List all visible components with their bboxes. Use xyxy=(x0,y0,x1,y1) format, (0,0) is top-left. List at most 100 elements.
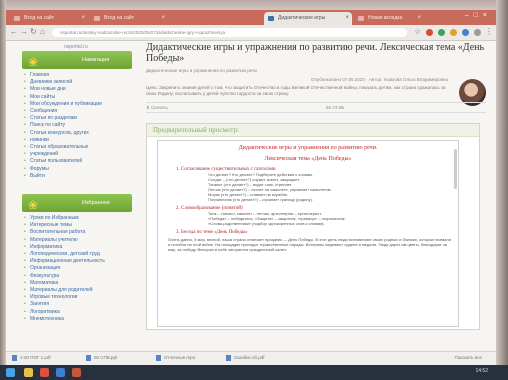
home-icon[interactable]: ⌂ xyxy=(40,27,45,36)
preview-panel: Предварительный просмотр: Дидактические … xyxy=(146,123,480,330)
publication-meta: Опубликовано 07.05.2020 · Автор: Ушакова… xyxy=(310,77,448,82)
doc-line: «Слова-родственники» (подбор однокоренны… xyxy=(208,221,325,226)
preview-scrollbar[interactable] xyxy=(454,149,457,189)
download-filename: Ошибки об.pdf xyxy=(234,355,265,361)
photo-frame-right xyxy=(496,0,508,380)
doc-section-lines: Что делает? Кто делает? Подберите действ… xyxy=(158,172,458,202)
profile-avatar-icon[interactable] xyxy=(474,29,481,36)
tab-label: Новая вкладка xyxy=(368,15,403,21)
tab-favicon-icon xyxy=(268,16,274,21)
download-label[interactable]: Скачать xyxy=(151,105,168,110)
sidebar-nav-item[interactable]: учреждений xyxy=(22,151,132,158)
sidebar-nav-item[interactable]: Мои новые дни xyxy=(22,86,132,93)
tab-label: Дидактические игры xyxy=(278,15,326,21)
close-icon[interactable]: × xyxy=(161,12,165,25)
sidebar-favorite-item[interactable]: Мнемотехника xyxy=(22,316,132,323)
doc-title-line: Лексическая тема «День Победы» xyxy=(264,156,352,162)
menu-dots-icon[interactable]: ⋮ xyxy=(485,27,493,36)
sidebar-favorite-item[interactable]: Игровые технологии xyxy=(22,294,132,301)
sidebar-favorite-item[interactable]: Занятия xyxy=(22,301,132,308)
downloads-bar: 1-00 ПОГ 1.pdf 00 СПВ.ppt Отличные.mp4 О… xyxy=(6,351,496,366)
page-title: Дидактические игры и упражнения по разви… xyxy=(146,42,485,64)
close-icon[interactable]: × xyxy=(417,12,421,25)
file-icon xyxy=(86,355,91,361)
sidebar-favorite-item[interactable]: Логопедическая, детский труд xyxy=(22,251,132,258)
browser-tab[interactable]: Новая вкладка × xyxy=(354,12,424,25)
extension-icon[interactable] xyxy=(450,29,457,36)
sidebar-favorite-item[interactable]: Материалы для родителей xyxy=(22,287,132,294)
folder-icon[interactable] xyxy=(24,368,33,377)
sidebar-nav-item[interactable]: Главная xyxy=(22,72,132,79)
sidebar-nav-item[interactable]: Поиск по сайту xyxy=(22,122,132,129)
browser-tab[interactable]: Вход на сайт × xyxy=(10,12,88,25)
sidebar-header-navigation: ❀ Навигация xyxy=(22,51,132,69)
download-row[interactable]: ⬇ Скачать 55.74 КБ xyxy=(146,102,486,113)
taskbar-clock: 14:52 xyxy=(475,368,488,374)
bookmark-star-icon[interactable]: ☆ xyxy=(414,27,421,36)
sidebar-header-label: Избранное xyxy=(82,200,110,207)
back-arrow-icon[interactable]: ← xyxy=(10,27,18,36)
tab-favicon-icon xyxy=(358,16,364,21)
doc-section-lines: Танк – танкист, самолет – летчик, артилл… xyxy=(158,211,458,226)
photo-frame-top xyxy=(0,0,508,10)
sidebar-favorite-item[interactable]: Интересные темы xyxy=(22,222,132,229)
close-icon[interactable]: × xyxy=(345,12,349,25)
sidebar-favorite-item[interactable]: Математика xyxy=(22,280,132,287)
leaf-logo-icon: ❀ xyxy=(28,55,39,69)
sidebar-favorite-item[interactable]: Материалы учителю xyxy=(22,237,132,244)
tab-favicon-icon xyxy=(94,16,100,21)
close-icon[interactable]: × xyxy=(81,12,85,25)
sidebar: ❀ Навигация ГлавнаяДневники записейМои н… xyxy=(22,51,132,323)
extension-icon[interactable] xyxy=(462,29,469,36)
sidebar-nav-item[interactable]: Сообщения xyxy=(22,108,132,115)
sidebar-nav-item[interactable]: Выйти xyxy=(22,173,132,180)
sidebar-nav-item[interactable]: новинки xyxy=(22,137,132,144)
download-item[interactable]: 1-00 ПОГ 1.pdf xyxy=(12,355,51,361)
powerpoint-icon[interactable] xyxy=(72,368,81,377)
browser-tab-strip: Вход на сайт × Вход на сайт × Дидактичес… xyxy=(6,10,496,25)
leaf-logo-icon: ❀ xyxy=(28,198,39,213)
forward-arrow-icon[interactable]: → xyxy=(20,27,28,36)
sidebar-header-label: Навигация xyxy=(82,57,110,63)
download-item[interactable]: 00 СПВ.ppt xyxy=(86,355,117,361)
tab-label: Вход на сайт xyxy=(24,15,54,21)
sidebar-nav-item[interactable]: Мои обсуждения и публикации xyxy=(22,101,132,108)
file-icon xyxy=(226,355,231,361)
sidebar-favorite-item[interactable]: Уроки по Избранным xyxy=(22,215,132,222)
web-page: nsportal.ru ❀ Навигация ГлавнаяДневники … xyxy=(6,41,496,351)
sidebar-nav-item[interactable]: Статьи конкурсов, других xyxy=(22,130,132,137)
sidebar-nav-item[interactable]: Мои сайты xyxy=(22,94,132,101)
url-field[interactable]: nsportal.ru/detskiy-sad/razvitie-rechi/2… xyxy=(52,28,407,37)
sidebar-nav-item[interactable]: Статьи пользователей xyxy=(22,158,132,165)
reload-icon[interactable]: ↻ xyxy=(30,27,37,36)
window-controls[interactable]: –□× xyxy=(465,12,492,19)
main-content: Дидактические игры и упражнения по разви… xyxy=(146,41,486,330)
browser-tab[interactable]: Вход на сайт × xyxy=(90,12,168,25)
browser-tab-active[interactable]: Дидактические игры × xyxy=(264,12,352,25)
extension-icon[interactable] xyxy=(426,29,433,36)
download-item[interactable]: Отличные.mp4 xyxy=(156,355,195,361)
sidebar-favorite-item[interactable]: Организация xyxy=(22,265,132,272)
sidebar-favorite-item[interactable]: Информатика xyxy=(22,244,132,251)
sidebar-nav-item[interactable]: Форумы xyxy=(22,166,132,173)
start-icon[interactable] xyxy=(6,368,15,377)
download-filename: Отличные.mp4 xyxy=(164,355,196,361)
sidebar-favorite-item[interactable]: Информационная деятельность xyxy=(22,258,132,265)
sidebar-nav-item[interactable]: Статьи образовательных xyxy=(22,144,132,151)
sidebar-favorite-item[interactable]: Воспитательная работа xyxy=(22,229,132,236)
os-taskbar: 14:52 xyxy=(0,365,508,380)
doc-line: Пограничник (что делает?) – охраняет гра… xyxy=(208,197,313,202)
sidebar-nav-item[interactable]: Дневники записей xyxy=(22,79,132,86)
site-link[interactable]: nsportal.ru xyxy=(64,44,88,50)
sidebar-favorite-item[interactable]: Физкультура xyxy=(22,273,132,280)
doc-paragraph: Очень давно, 9 мая, весной, наша страна … xyxy=(168,237,451,252)
word-icon[interactable] xyxy=(56,368,65,377)
browser-icon[interactable] xyxy=(40,368,49,377)
tab-favicon-icon xyxy=(14,16,20,21)
download-item[interactable]: Ошибки об.pdf xyxy=(226,355,265,361)
sidebar-nav-item[interactable]: Статьи по разделам xyxy=(22,115,132,122)
show-all-downloads-link[interactable]: Показать все xyxy=(455,355,482,360)
document-preview[interactable]: Дидактические игры и упражнения по разви… xyxy=(157,140,459,327)
extension-icon[interactable] xyxy=(438,29,445,36)
sidebar-favorite-item[interactable]: Логоритмика xyxy=(22,309,132,316)
